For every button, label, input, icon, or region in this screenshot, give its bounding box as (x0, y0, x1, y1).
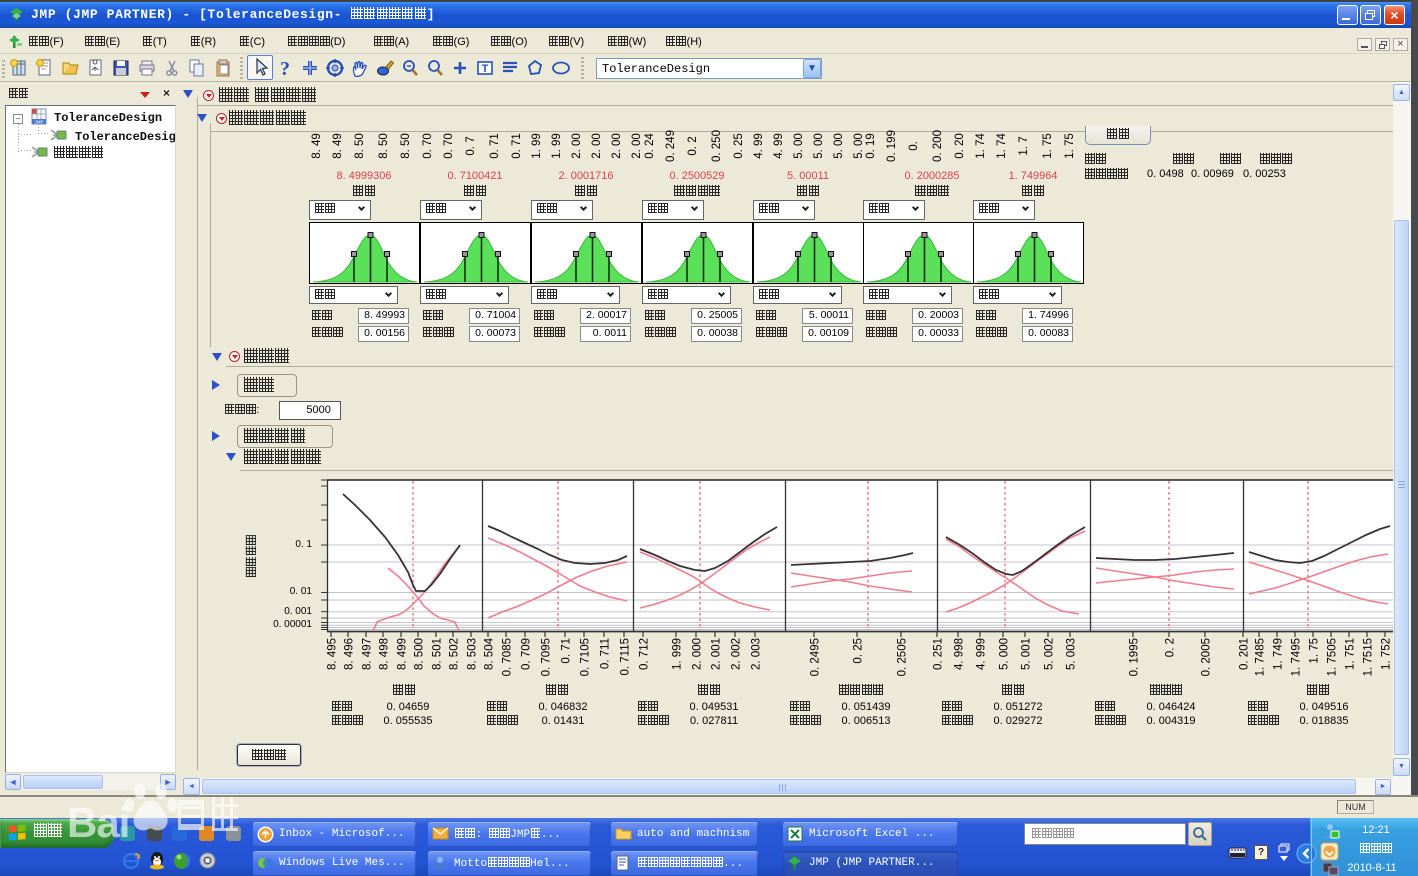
svg-text:8. 497: 8. 497 (362, 638, 374, 670)
svg-text:0. 2005: 0. 2005 (1201, 638, 1213, 676)
svg-text:1. 7495: 1. 7495 (1291, 638, 1303, 676)
svg-text:0. 2505: 0. 2505 (897, 638, 909, 676)
svg-text:1. 752: 1. 752 (1381, 638, 1393, 670)
svg-text:1. 749: 1. 749 (1273, 638, 1285, 670)
svg-text:0. 7095: 0. 7095 (541, 638, 553, 676)
svg-text:5. 002: 5. 002 (1044, 638, 1056, 670)
svg-text:0. 712: 0. 712 (639, 638, 651, 670)
svg-text:1. 751: 1. 751 (1345, 638, 1357, 670)
svg-text:0. 7115: 0. 7115 (620, 638, 632, 676)
svg-text:0. 1995: 0. 1995 (1129, 638, 1141, 676)
svg-text:0. 2495: 0. 2495 (810, 638, 822, 676)
svg-text:8. 502: 8. 502 (449, 638, 461, 670)
svg-text:8. 498: 8. 498 (379, 638, 391, 670)
svg-text:8. 500: 8. 500 (414, 638, 426, 670)
svg-text:1. 7485: 1. 7485 (1255, 638, 1267, 676)
svg-text:8. 495: 8. 495 (327, 638, 339, 670)
svg-text:5. 001: 5. 001 (1021, 638, 1033, 670)
svg-text:0. 711: 0. 711 (600, 638, 612, 669)
svg-text:0. 201: 0. 201 (1239, 638, 1251, 670)
svg-text:0. 7085: 0. 7085 (502, 638, 514, 676)
svg-text:4. 999: 4. 999 (976, 638, 988, 670)
svg-text:4. 998: 4. 998 (954, 638, 966, 670)
svg-text:8. 504: 8. 504 (484, 637, 496, 670)
svg-text:1. 75: 1. 75 (1309, 638, 1321, 664)
svg-text:0. 25: 0. 25 (853, 638, 865, 664)
svg-text:2. 002: 2. 002 (731, 638, 743, 670)
svg-text:8. 496: 8. 496 (344, 638, 356, 670)
svg-text:1. 7515: 1. 7515 (1363, 638, 1375, 676)
svg-text:0. 71: 0. 71 (561, 638, 573, 664)
svg-text:8. 499: 8. 499 (397, 638, 409, 670)
svg-text:1. 999: 1. 999 (672, 638, 684, 670)
svg-text:0. 2: 0. 2 (1165, 638, 1177, 657)
svg-text:0. 709: 0. 709 (521, 638, 533, 670)
svg-text:2. 000: 2. 000 (692, 638, 704, 670)
svg-text:1. 7505: 1. 7505 (1327, 638, 1339, 676)
svg-text:2. 003: 2. 003 (751, 638, 763, 670)
svg-text:8. 501: 8. 501 (432, 638, 444, 670)
svg-text:5. 003: 5. 003 (1066, 638, 1078, 670)
svg-text:8. 503: 8. 503 (467, 638, 479, 670)
svg-text:0. 7105: 0. 7105 (580, 638, 592, 676)
svg-text:0. 251: 0. 251 (933, 638, 945, 670)
svg-text:2. 001: 2. 001 (711, 638, 723, 670)
svg-text:5. 000: 5. 000 (999, 638, 1011, 670)
